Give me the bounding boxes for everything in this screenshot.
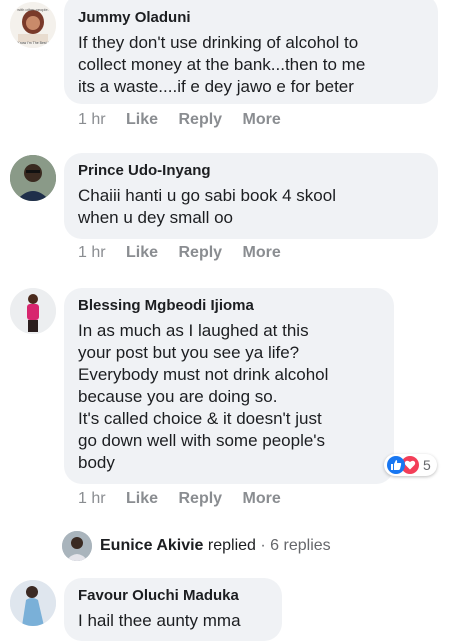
- avatar[interactable]: [10, 580, 56, 626]
- comment-actions: 1 hr Like Reply More: [78, 244, 297, 262]
- more-button[interactable]: More: [243, 490, 281, 507]
- comment-bubble: Favour Oluchi Maduka I hail thee aunty m…: [64, 578, 282, 641]
- comment-author[interactable]: Prince Udo-Inyang: [78, 161, 424, 181]
- comment-bubble: Jummy Oladuni If they don't use drinking…: [64, 0, 438, 104]
- avatar[interactable]: with other people. Know I'm The Best !: [10, 2, 56, 48]
- svg-text:with other people.: with other people.: [17, 7, 49, 12]
- more-button[interactable]: More: [243, 111, 281, 128]
- comment-bubble: Blessing Mgbeodi Ijioma In as much as I …: [64, 288, 394, 484]
- avatar-image: [10, 155, 56, 201]
- reply-action: replied: [207, 537, 256, 554]
- comment-text: I hail thee aunty mma: [78, 611, 241, 630]
- avatar[interactable]: [10, 155, 56, 201]
- avatar-image: [62, 531, 92, 561]
- replies-summary[interactable]: Eunice Akivie replied · 6 replies: [100, 537, 331, 555]
- comment-text: If they don't use drinking of alcohol to…: [78, 33, 366, 96]
- comment-text: Chaiii hanti u go sabi book 4 skool when…: [78, 186, 336, 227]
- more-button[interactable]: More: [243, 244, 281, 261]
- reply-button[interactable]: Reply: [179, 244, 223, 261]
- avatar-image: [10, 580, 56, 626]
- like-button[interactable]: Like: [126, 244, 158, 261]
- like-icon: [387, 456, 405, 474]
- svg-text:Know I'm The Best !: Know I'm The Best !: [17, 41, 48, 45]
- comment-text: In as much as I laughed at this your pos…: [78, 321, 329, 472]
- reply-button[interactable]: Reply: [179, 490, 223, 507]
- like-button[interactable]: Like: [126, 490, 158, 507]
- comment-bubble: Prince Udo-Inyang Chaiii hanti u go sabi…: [64, 153, 438, 239]
- comment-author[interactable]: Blessing Mgbeodi Ijioma: [78, 296, 380, 316]
- comment-time[interactable]: 1 hr: [78, 490, 106, 507]
- reaction-count: 5: [423, 457, 431, 473]
- avatar-image: with other people. Know I'm The Best !: [10, 2, 56, 48]
- comment-time[interactable]: 1 hr: [78, 111, 106, 128]
- reply-separator: ·: [260, 537, 266, 554]
- comment-actions: 1 hr Like Reply More: [78, 490, 297, 508]
- reply-count[interactable]: 6 replies: [270, 537, 330, 554]
- reaction-summary[interactable]: 5: [384, 454, 437, 476]
- reply-avatar[interactable]: [62, 531, 92, 561]
- avatar-image: [10, 288, 56, 334]
- comment-author[interactable]: Jummy Oladuni: [78, 8, 424, 28]
- reply-author[interactable]: Eunice Akivie: [100, 537, 203, 554]
- comment-time[interactable]: 1 hr: [78, 244, 106, 261]
- comment-actions: 1 hr Like Reply More: [78, 111, 297, 129]
- avatar[interactable]: [10, 288, 56, 334]
- like-button[interactable]: Like: [126, 111, 158, 128]
- reply-button[interactable]: Reply: [179, 111, 223, 128]
- comment-author[interactable]: Favour Oluchi Maduka: [78, 586, 268, 606]
